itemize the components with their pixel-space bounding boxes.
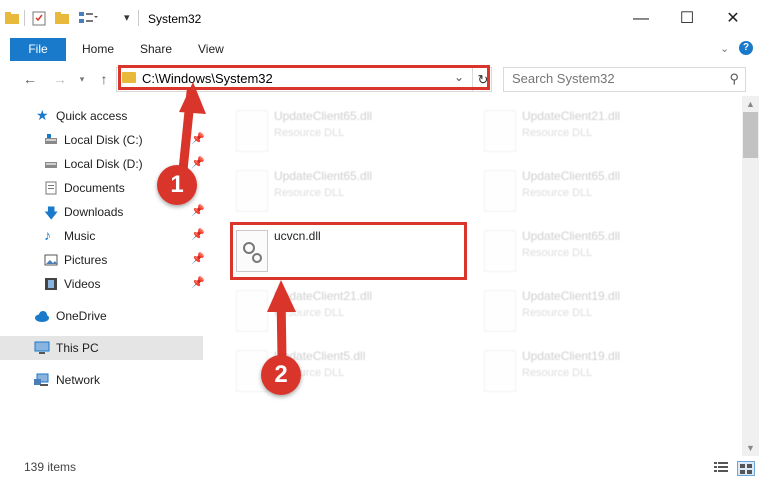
step-1-badge: 1: [157, 165, 197, 205]
step-2-badge: 2: [261, 355, 301, 395]
annotation-arrows: [178, 82, 296, 363]
